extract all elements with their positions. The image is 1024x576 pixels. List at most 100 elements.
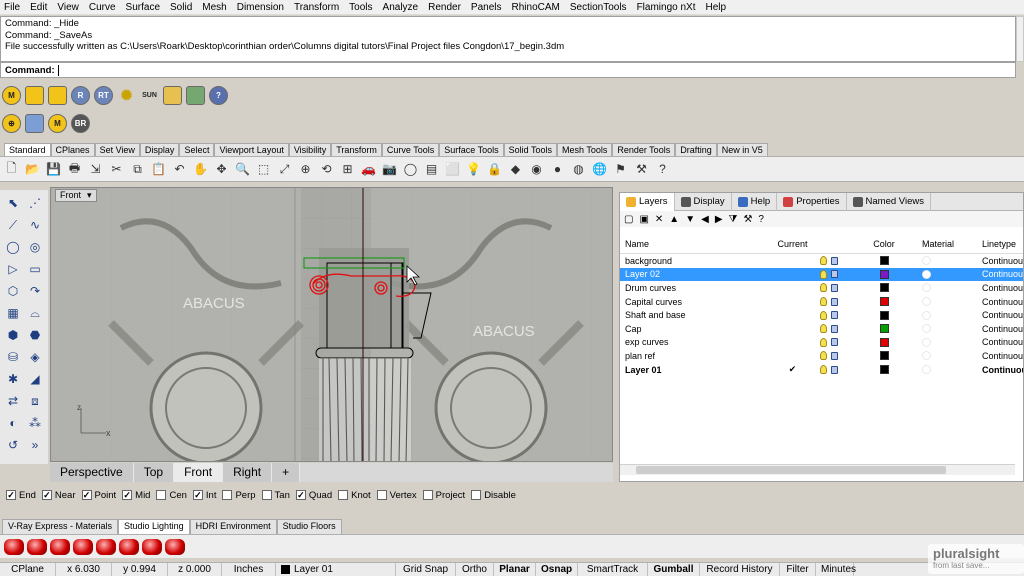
menu-file[interactable]: File [4, 2, 20, 13]
light-bulb-icon[interactable] [820, 337, 827, 347]
osnap-checkbox[interactable] [156, 490, 167, 500]
maxwell-m-icon[interactable]: M [48, 113, 67, 133]
status-planar[interactable]: Planar [494, 563, 536, 576]
target-icon[interactable]: ⊕ [2, 113, 21, 133]
osnap-near[interactable]: ✓ Near [41, 490, 76, 501]
layer-row[interactable]: Capital curves Continuous [620, 295, 1023, 309]
sphere-icon[interactable]: ● [548, 160, 567, 179]
layer-color[interactable] [850, 351, 918, 361]
menu-rhinocam[interactable]: RhinoCAM [512, 2, 560, 13]
sun-icon[interactable]: SUN [140, 86, 159, 105]
menu-tools[interactable]: Tools [349, 2, 372, 13]
layer-row[interactable]: Layer 01 ✔ Continuous [620, 363, 1023, 377]
material-circle-icon[interactable] [922, 297, 931, 307]
render-tab-studio-lighting[interactable]: Studio Lighting [118, 519, 190, 534]
layer-color[interactable] [850, 324, 918, 334]
light-bulb-icon[interactable] [820, 365, 827, 375]
four-views-icon[interactable]: ⊞ [338, 160, 357, 179]
mirror-icon[interactable]: ⧈ [24, 390, 46, 412]
layer-material[interactable] [918, 337, 978, 347]
command-history-scrollbar[interactable] [1016, 16, 1024, 62]
menu-transform[interactable]: Transform [294, 2, 339, 13]
osnap-knot[interactable]: Knot [338, 490, 371, 501]
menu-sectiontools[interactable]: SectionTools [570, 2, 627, 13]
extrude-icon[interactable]: ⬣ [24, 324, 46, 346]
light-bulb-icon[interactable] [820, 324, 827, 334]
layer-color[interactable] [850, 269, 918, 279]
layer-material[interactable] [918, 351, 978, 361]
toolbar-tab-curve-tools[interactable]: Curve Tools [381, 143, 440, 156]
osnap-project[interactable]: Project [422, 490, 465, 501]
osnap-checkbox[interactable]: ✓ [192, 490, 203, 500]
light-bulb-icon[interactable] [820, 256, 827, 266]
layers-hscrollbar[interactable] [620, 464, 1015, 475]
material-circle-icon[interactable] [922, 310, 931, 320]
loft-icon[interactable]: ⌓ [24, 302, 46, 324]
open-file-icon[interactable]: 📂 [23, 160, 42, 179]
layer-row[interactable]: Layer 02 Continuous [620, 267, 1023, 282]
toolbar-tab-set-view[interactable]: Set View [94, 143, 140, 156]
osnap-point[interactable]: ✓ Point [81, 490, 116, 501]
toolbar-tab-standard[interactable]: Standard [4, 143, 51, 156]
status-layer-01[interactable]: Layer 01 [276, 563, 396, 576]
dimension-icon[interactable]: ◢ [24, 368, 46, 390]
layer-color[interactable] [850, 256, 918, 266]
undo-icon[interactable]: ↶ [170, 160, 189, 179]
osnap-checkbox[interactable]: ✓ [41, 490, 52, 500]
viewport-tab-perspective[interactable]: Perspective [50, 463, 134, 482]
move-child-icon[interactable]: ▶ [715, 214, 723, 225]
layer-row[interactable]: Cap Continuous [620, 322, 1023, 336]
circle-icon[interactable]: ◯ [2, 236, 24, 258]
help-icon[interactable]: ? [653, 160, 672, 179]
box-icon[interactable]: ⬢ [2, 324, 24, 346]
camera-icon[interactable]: 📷 [380, 160, 399, 179]
more-icon[interactable]: » [24, 434, 46, 456]
menu-mesh[interactable]: Mesh [202, 2, 226, 13]
osnap-mid[interactable]: ✓ Mid [122, 490, 150, 501]
viewport-tab-top[interactable]: Top [133, 463, 175, 482]
menu-help[interactable]: Help [705, 2, 726, 13]
light-bulb-icon[interactable] [820, 310, 827, 320]
move-up-icon[interactable]: ▲ [669, 214, 679, 225]
col-material[interactable]: Material [918, 239, 978, 249]
osnap-checkbox[interactable] [222, 490, 233, 500]
menu-panels[interactable]: Panels [471, 2, 502, 13]
col-linetype[interactable]: Linetype [978, 239, 1023, 249]
lock-icon[interactable] [831, 270, 838, 279]
layer-color[interactable] [850, 310, 918, 320]
material-swatch-icon[interactable] [165, 538, 185, 555]
layer-color[interactable] [850, 297, 918, 307]
tag-icon[interactable] [48, 85, 67, 105]
col-color[interactable]: Color [850, 239, 918, 249]
toolbar-tab-mesh-tools[interactable]: Mesh Tools [556, 143, 613, 156]
bottle-icon[interactable] [25, 113, 44, 133]
toolbar-tab-drafting[interactable]: Drafting [675, 143, 717, 156]
shaded-sphere-icon[interactable]: ◍ [569, 160, 588, 179]
toolbar-tab-render-tools[interactable]: Render Tools [612, 143, 676, 156]
light-bulb-icon[interactable] [820, 283, 827, 293]
light-bulb-icon[interactable] [820, 297, 827, 307]
move-parent-icon[interactable]: ◀ [701, 214, 709, 225]
transform-icon[interactable]: ⇄ [2, 390, 24, 412]
lock-icon[interactable] [831, 311, 838, 320]
toolbar-tab-new-in-v5[interactable]: New in V5 [716, 143, 768, 156]
color-swatch[interactable] [879, 310, 889, 320]
material-circle-icon[interactable] [922, 351, 931, 361]
delete-icon[interactable]: ✕ [655, 214, 663, 225]
layer-material[interactable] [918, 324, 978, 334]
polygon-icon[interactable]: ⬡ [2, 280, 24, 302]
new-layer-icon[interactable]: ▢ [624, 214, 633, 225]
material-circle-icon[interactable] [922, 337, 931, 347]
material-tag-icon[interactable] [25, 85, 44, 105]
material-circle-icon[interactable] [922, 256, 931, 266]
layer-material[interactable] [918, 283, 978, 293]
br-icon[interactable]: BR [71, 113, 90, 133]
osnap-checkbox[interactable] [422, 490, 433, 500]
material-swatch-icon[interactable] [73, 538, 93, 555]
tools-icon[interactable]: ⚒ [743, 214, 752, 225]
maxwell-icon[interactable]: M [2, 85, 21, 105]
lock-icon[interactable] [831, 324, 838, 333]
material-swatch-icon[interactable] [4, 538, 24, 555]
color-swatch[interactable] [879, 269, 889, 279]
osnap-end[interactable]: ✓ End [6, 490, 36, 501]
